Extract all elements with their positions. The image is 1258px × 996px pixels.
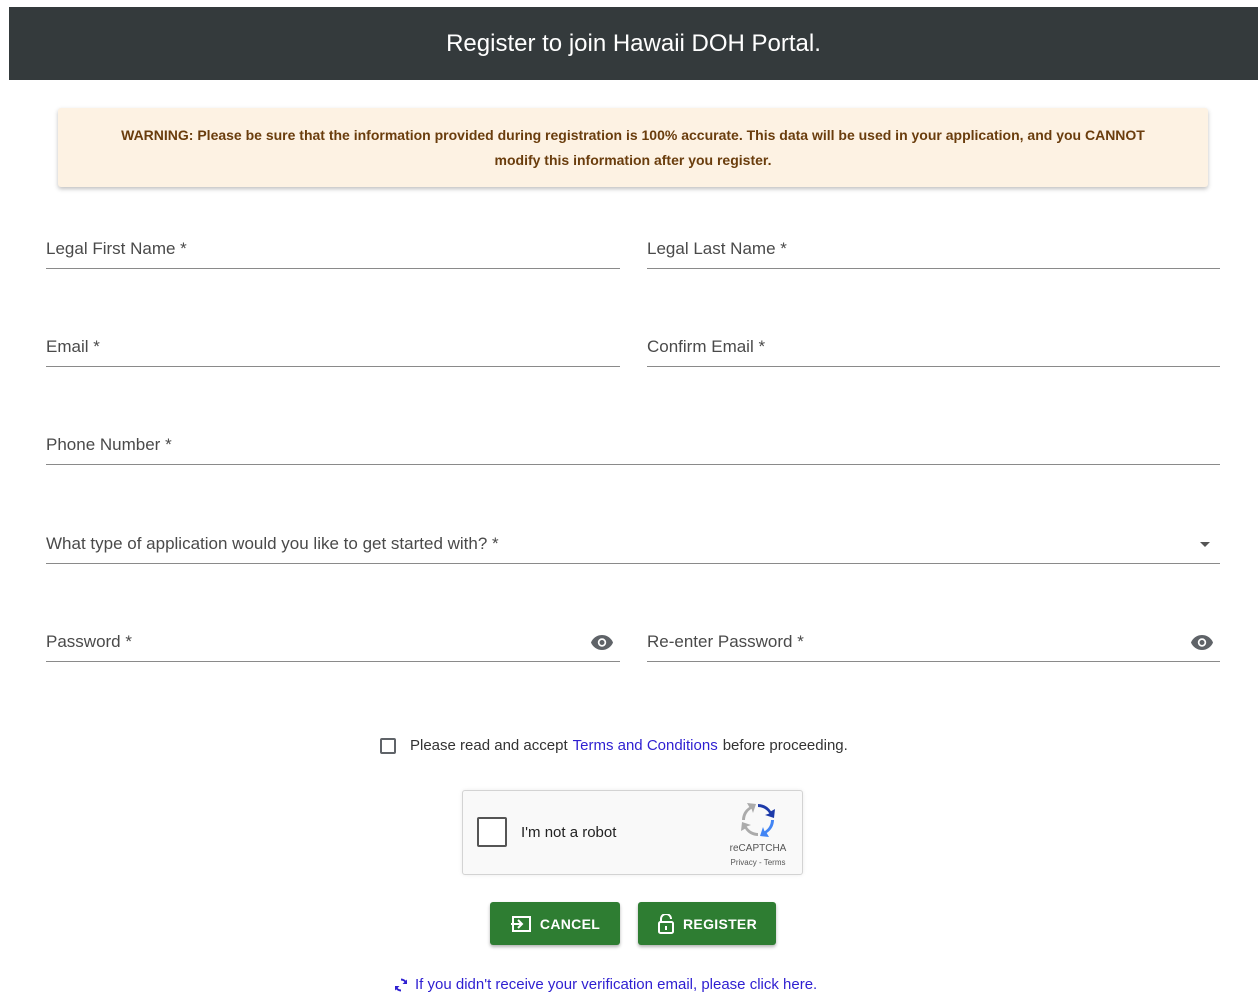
email-label: Email * [46,337,100,356]
cancel-label: CANCEL [539,915,601,932]
eye-icon[interactable] [590,634,614,650]
dropdown-arrow-icon[interactable] [1200,542,1210,547]
phone-label: Phone Number * [46,435,172,454]
terms-prefix: Please read and accept [410,737,568,754]
recaptcha-label: I'm not a robot [521,824,617,841]
application-type-label: What type of application would you like … [46,534,499,553]
password-label: Password * [46,632,132,651]
exit-icon [510,915,531,932]
terms-row: Please read and accept Terms and Conditi… [380,737,848,754]
terms-link[interactable]: Terms and Conditions [573,737,718,754]
warning-text: WARNING: Please be sure that the informa… [121,126,1145,168]
reenter-password-label: Re-enter Password * [647,632,804,651]
recaptcha-checkbox[interactable] [477,817,507,847]
resend-text: If you didn't receive your verification … [415,976,818,993]
refresh-icon [394,978,408,991]
phone-field[interactable]: Phone Number * [46,425,1220,465]
recaptcha-logo-icon [741,803,775,837]
password-field[interactable]: Password * [46,622,620,662]
confirm-email-label: Confirm Email * [647,337,766,356]
cancel-button[interactable]: CANCEL [490,902,620,945]
resend-verification-link[interactable]: If you didn't receive your verification … [393,976,817,993]
terms-suffix: before proceeding. [722,737,848,754]
email-field[interactable]: Email * [46,327,620,367]
application-type-select[interactable]: What type of application would you like … [46,524,1220,564]
page-header: Register to join Hawaii DOH Portal. [9,7,1258,80]
page-title: Register to join Hawaii DOH Portal. [446,29,821,57]
register-button[interactable]: REGISTER [638,902,776,945]
terms-checkbox[interactable] [380,737,396,754]
eye-icon[interactable] [1190,634,1214,650]
unlock-icon [658,913,675,934]
recaptcha-brand: reCAPTCHA [729,843,787,854]
confirm-email-field[interactable]: Confirm Email * [647,327,1220,367]
first-name-label: Legal First Name * [46,239,187,258]
last-name-field[interactable]: Legal Last Name * [647,229,1220,269]
reenter-password-field[interactable]: Re-enter Password * [647,622,1220,662]
register-label: REGISTER [683,915,757,932]
last-name-label: Legal Last Name * [647,239,787,258]
recaptcha-privacy-terms[interactable]: Privacy - Terms [718,858,798,867]
first-name-field[interactable]: Legal First Name * [46,229,620,269]
recaptcha-widget: I'm not a robot reCAPTCHA Privacy - Term… [462,790,803,875]
warning-banner: WARNING: Please be sure that the informa… [58,108,1208,187]
